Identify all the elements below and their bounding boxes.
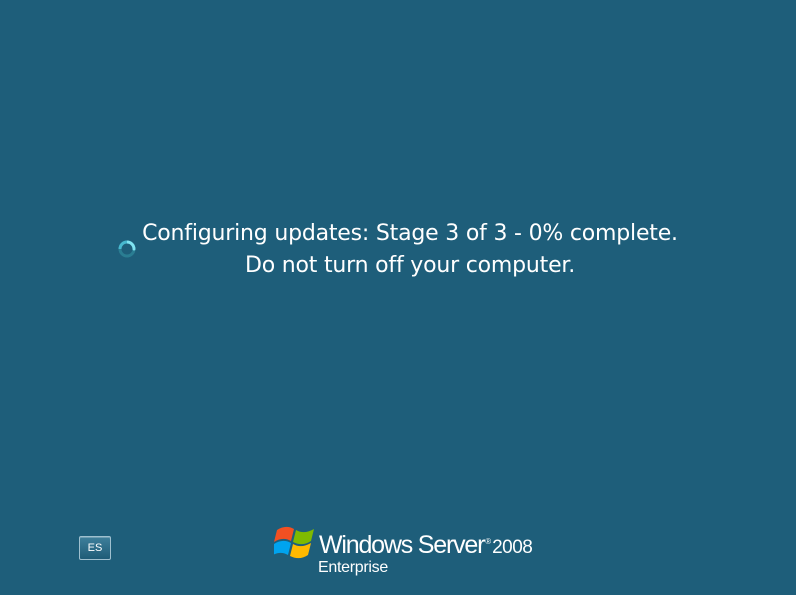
status-warning-text: Do not turn off your computer. bbox=[244, 253, 576, 278]
product-version: 2008 bbox=[492, 537, 533, 558]
product-name: Windows Server®2008 bbox=[319, 531, 533, 560]
status-progress-text: Configuring updates: Stage 3 of 3 - 0% c… bbox=[142, 221, 678, 246]
trademark-mark: ® bbox=[485, 537, 492, 546]
product-edition: Enterprise bbox=[318, 559, 388, 576]
loading-spinner-icon bbox=[118, 240, 136, 258]
windows-flag-icon bbox=[274, 526, 314, 559]
update-status: Configuring updates: Stage 3 of 3 - 0% c… bbox=[0, 218, 796, 288]
product-logo: Windows Server®2008 Enterprise bbox=[274, 522, 534, 582]
status-message: Configuring updates: Stage 3 of 3 - 0% c… bbox=[140, 218, 680, 282]
product-name-text: Windows Server bbox=[319, 531, 485, 559]
language-button[interactable]: ES bbox=[79, 536, 111, 560]
